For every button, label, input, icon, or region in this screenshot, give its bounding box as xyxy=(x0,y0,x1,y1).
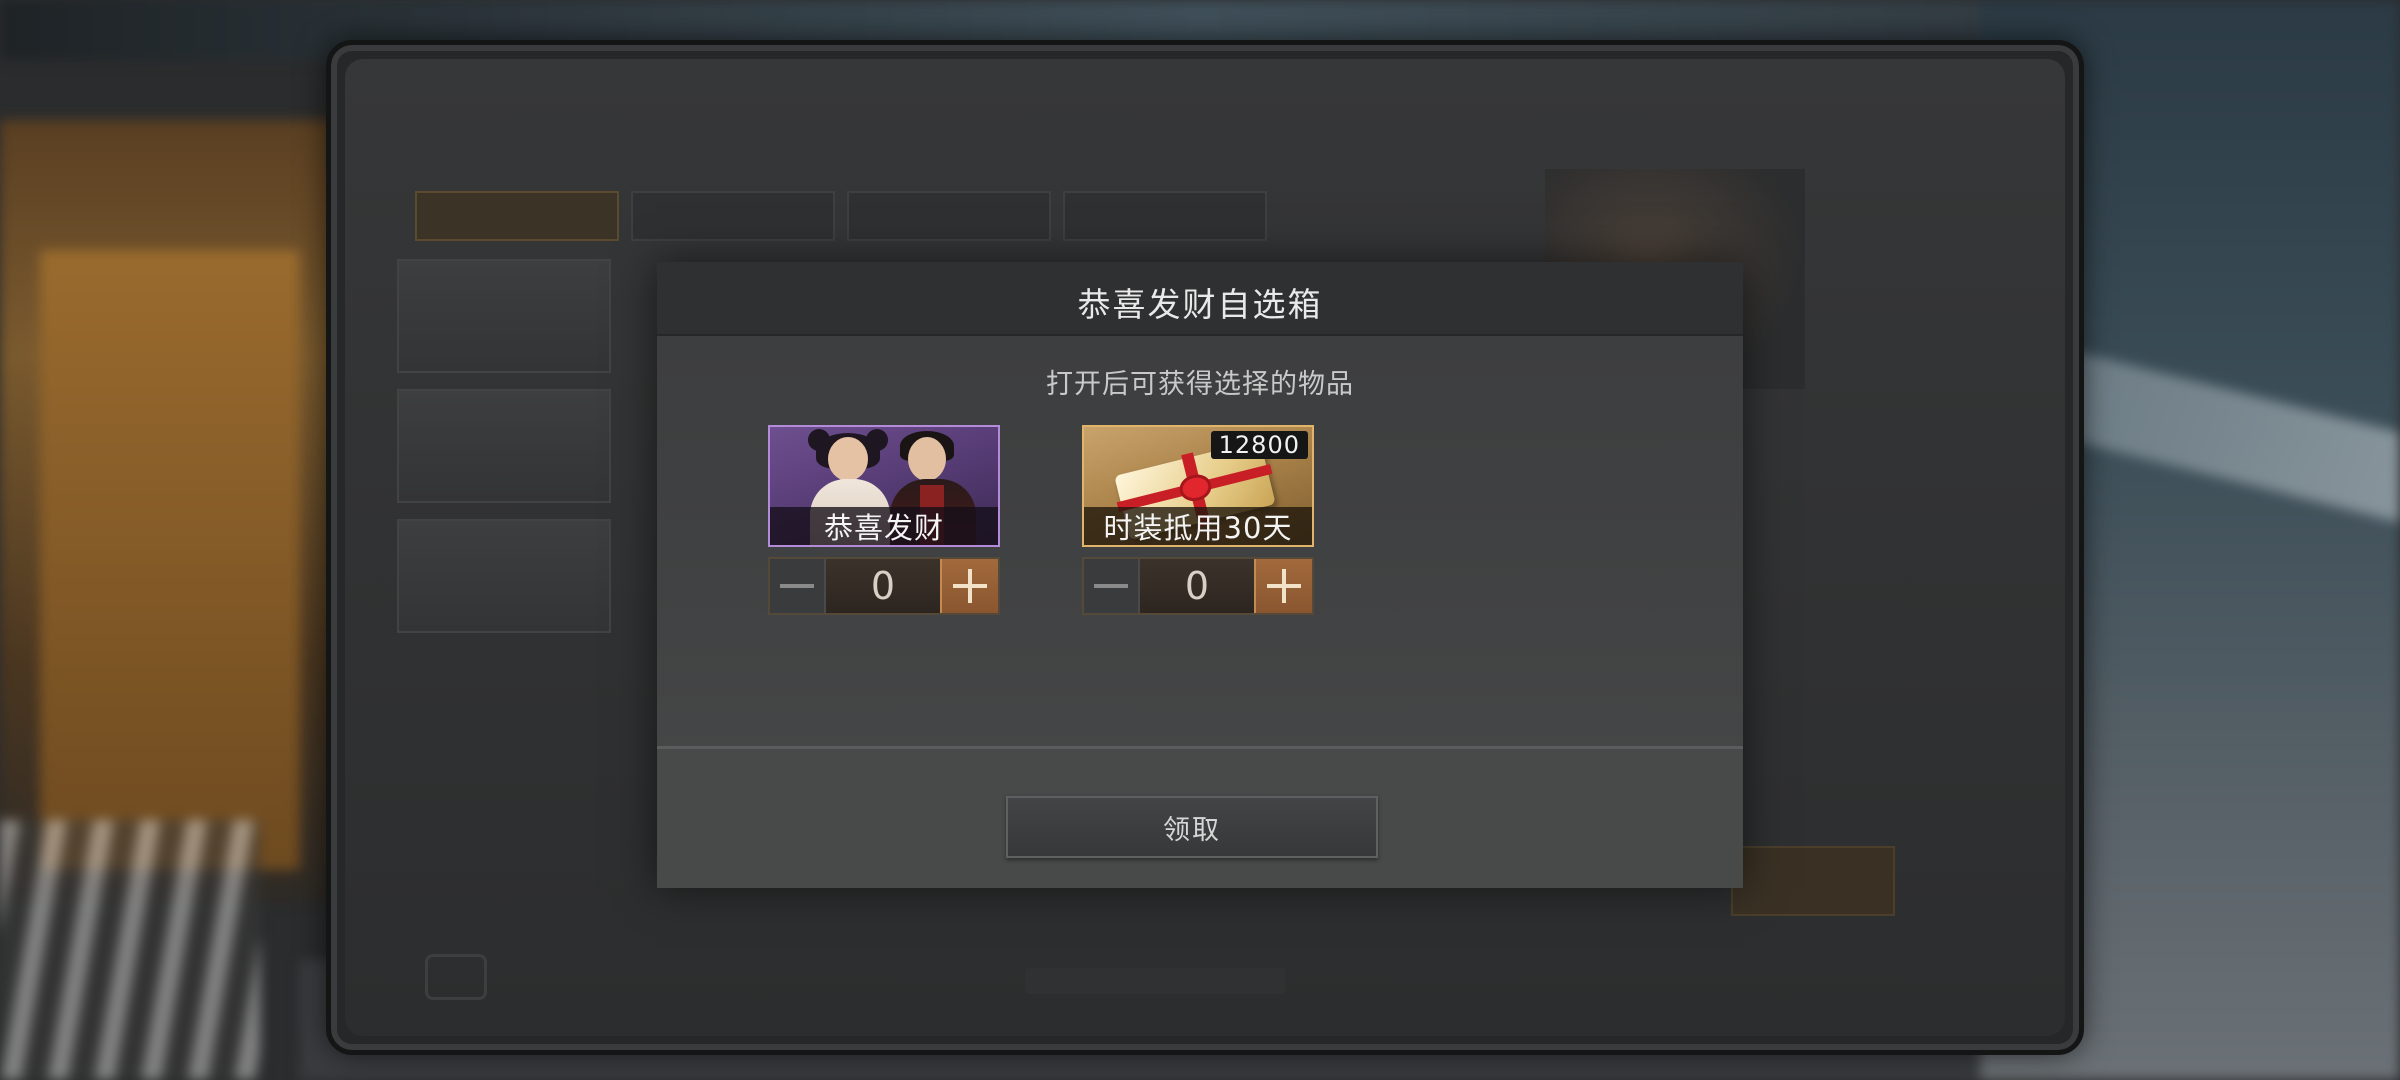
modal-header: 恭喜发财自选箱 xyxy=(657,262,1743,336)
item-option: 12800 时装抵用30天 0 xyxy=(1082,425,1314,615)
minus-icon xyxy=(1094,584,1128,588)
frame-corner xyxy=(1303,427,1312,436)
dimmed-card xyxy=(397,519,611,633)
dimmed-button xyxy=(1731,846,1895,916)
dimmed-card xyxy=(397,259,611,373)
frame-corner xyxy=(1084,536,1093,545)
dimmed-tab xyxy=(847,191,1051,241)
character-face xyxy=(828,437,868,481)
dimmed-tab xyxy=(415,191,619,241)
quantity-value: 0 xyxy=(826,559,940,613)
dimmed-hint xyxy=(1025,968,1285,994)
quantity-stepper: 0 xyxy=(768,557,1000,615)
item-card[interactable]: 12800 时装抵用30天 xyxy=(1082,425,1314,547)
dimmed-tab xyxy=(1063,191,1267,241)
claim-button[interactable]: 领取 xyxy=(1006,796,1378,858)
frame-corner xyxy=(770,427,779,436)
item-name: 时装抵用30天 xyxy=(1084,507,1312,545)
minus-icon xyxy=(780,584,814,588)
character-face xyxy=(908,437,946,481)
decrease-button[interactable] xyxy=(1084,559,1140,613)
dimmed-tab-bar xyxy=(415,191,1267,241)
decrease-button[interactable] xyxy=(770,559,826,613)
frame-corner xyxy=(1303,536,1312,545)
quantity-stepper: 0 xyxy=(1082,557,1314,615)
item-card[interactable]: 恭喜发财 xyxy=(768,425,1000,547)
modal-title: 恭喜发财自选箱 xyxy=(1077,285,1323,324)
background-railing xyxy=(0,820,260,1080)
bow-icon xyxy=(1176,471,1215,505)
frame-corner xyxy=(989,536,998,545)
plus-icon xyxy=(968,569,972,603)
dimmed-card xyxy=(397,389,611,503)
item-option: 恭喜发财 0 xyxy=(768,425,1000,615)
background-door xyxy=(40,250,300,870)
dimmed-back-icon xyxy=(425,954,487,1000)
plus-icon xyxy=(1282,569,1286,603)
increase-button[interactable] xyxy=(940,559,998,613)
increase-button[interactable] xyxy=(1254,559,1312,613)
dimmed-tab xyxy=(631,191,835,241)
item-name: 恭喜发财 xyxy=(770,507,998,545)
frame-corner xyxy=(1084,427,1093,436)
quantity-value: 0 xyxy=(1140,559,1254,613)
frame-corner xyxy=(989,427,998,436)
selection-box-modal: 恭喜发财自选箱 打开后可获得选择的物品 恭喜发财 0 12800 时装抵用30天… xyxy=(657,262,1743,888)
modal-subtitle: 打开后可获得选择的物品 xyxy=(1046,369,1354,400)
item-count-badge: 12800 xyxy=(1210,431,1308,459)
frame-corner xyxy=(770,536,779,545)
